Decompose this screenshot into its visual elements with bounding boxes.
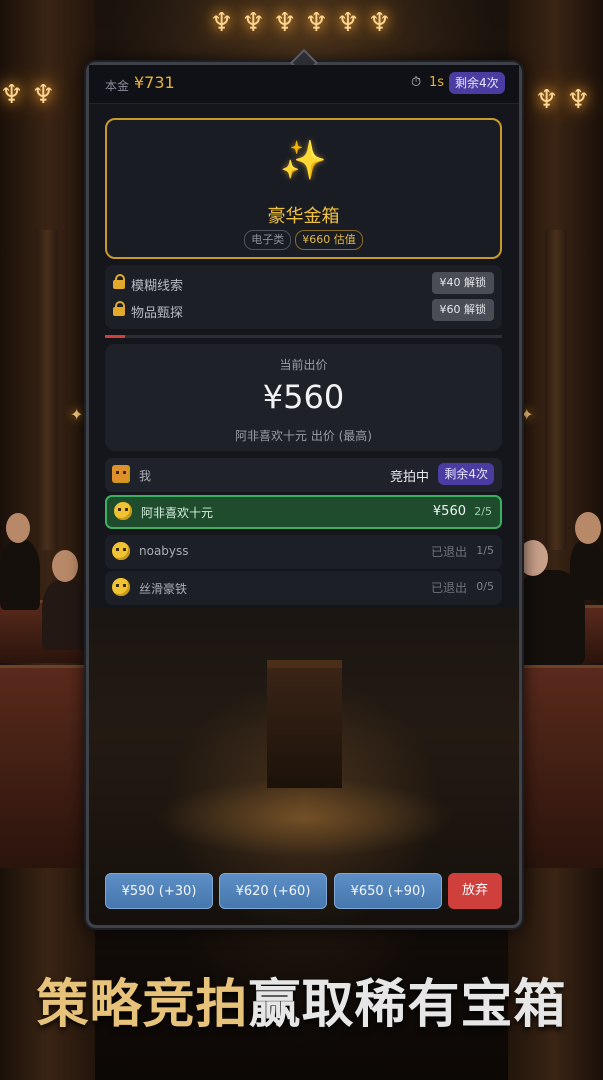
unlock-clue-button[interactable]: ¥40 解锁 (431, 272, 494, 294)
audience-person (570, 540, 603, 600)
wall-column (36, 230, 58, 550)
emoji-face-icon (112, 578, 130, 596)
status-bar: 本金 ¥731 ⏱ 1s 剩余4次 (89, 65, 519, 104)
player-bid: ¥560 (432, 504, 466, 519)
player-name: 阿非喜欢十元 (141, 506, 214, 520)
player-bid-count: 0/5 (476, 580, 494, 593)
bid-plus-90-button[interactable]: ¥650 (+90) (334, 873, 442, 909)
player-row: noabyss 已退出 1/5 (105, 535, 502, 569)
current-bid-amount: ¥560 (262, 378, 345, 416)
chandelier-icon: ♆ ♆ (0, 80, 55, 110)
player-name: 我 (139, 469, 152, 483)
current-bid-leader: 阿非喜欢十元 出价 (最高) (235, 429, 372, 443)
player-name: noabyss (139, 544, 189, 558)
stopwatch-icon: ⏱ (411, 75, 422, 90)
audience-head (6, 513, 30, 543)
clue-row: 模糊线索 ¥40 解锁 (105, 270, 502, 296)
clue-label: 物品甄探 (131, 306, 184, 321)
emoji-face-icon (114, 502, 132, 520)
timer-value: 1s (429, 75, 445, 90)
audience-head (52, 550, 78, 582)
wall-lamp-icon: ✦ (70, 405, 84, 424)
chandelier-icon: ♆ ♆ (535, 85, 590, 115)
audience-person (42, 580, 88, 650)
player-status: 已退出 (430, 581, 467, 595)
player-row: 丝滑豪铁 已退出 0/5 (105, 571, 502, 605)
player-bid-count: 2/5 (474, 505, 492, 518)
avatar-icon (112, 465, 130, 483)
player-status: 已退出 (430, 545, 467, 559)
give-up-button[interactable]: 放弃 (448, 873, 502, 909)
wall-column (545, 230, 567, 550)
audience-bench (0, 665, 90, 868)
sparkle-icon: ✨ (279, 138, 328, 182)
balance-label: 本金 (105, 79, 130, 93)
clue-panel: 模糊线索 ¥40 解锁 物品甄探 ¥60 解锁 (105, 265, 502, 329)
balance-value: ¥731 (134, 73, 175, 92)
player-bid-count: 1/5 (476, 544, 494, 557)
bid-plus-30-button[interactable]: ¥590 (+30) (105, 873, 213, 909)
emoji-face-icon (112, 542, 130, 560)
chandelier-icon: ♆ ♆ ♆ ♆ ♆ ♆ (210, 8, 392, 38)
player-name: 丝滑豪铁 (139, 582, 188, 596)
slogan-part-silver: 赢取稀有宝箱 (248, 974, 567, 1035)
bid-plus-60-button[interactable]: ¥620 (+60) (219, 873, 327, 909)
game-window: 本金 ¥731 ⏱ 1s 剩余4次 ✨ 豪华金箱 电子类 ¥660 估值 模糊线… (86, 48, 522, 928)
countdown-progress-fill (105, 335, 125, 338)
action-bar: ¥590 (+30) ¥620 (+60) ¥650 (+90) 放弃 (105, 873, 502, 911)
auction-lectern (267, 660, 342, 788)
slogan-part-gold: 策略竞拍 (36, 974, 249, 1035)
player-row-me: 我 竞拍中 剩余4次 (105, 458, 502, 492)
wall-lamp-icon: ✦ (520, 405, 534, 424)
current-bid-title: 当前出价 (279, 358, 328, 372)
player-row-leader: 阿非喜欢十元 ¥560 2/5 (105, 495, 502, 529)
countdown-progress-bar (105, 335, 502, 338)
audience-bench (515, 665, 603, 868)
clue-row: 物品甄探 ¥60 解锁 (105, 297, 502, 323)
stage-spotlight (154, 778, 454, 858)
category-tag: 电子类 (244, 230, 292, 250)
audience-head (575, 512, 601, 544)
player-remaining-badge: 剩余4次 (438, 463, 494, 485)
remaining-attempts-badge: 剩余4次 (449, 72, 505, 94)
current-bid-panel: 当前出价 ¥560 阿非喜欢十元 出价 (最高) (105, 344, 502, 451)
player-status: 竞拍中 (389, 470, 429, 485)
audience-head (518, 540, 548, 576)
estimate-tag: ¥660 估值 (295, 230, 363, 250)
promo-slogan: 策略竞拍赢取稀有宝箱 (0, 962, 603, 1037)
clue-label: 模糊线索 (131, 279, 184, 294)
prize-name: 豪华金箱 (267, 206, 340, 227)
lock-icon (113, 301, 125, 317)
audience-person (0, 540, 40, 610)
prize-tags: 电子类 ¥660 估值 (107, 230, 500, 250)
prize-card: ✨ 豪华金箱 电子类 ¥660 估值 (105, 118, 502, 259)
unlock-clue-button[interactable]: ¥60 解锁 (431, 299, 494, 321)
lock-icon (113, 274, 125, 290)
